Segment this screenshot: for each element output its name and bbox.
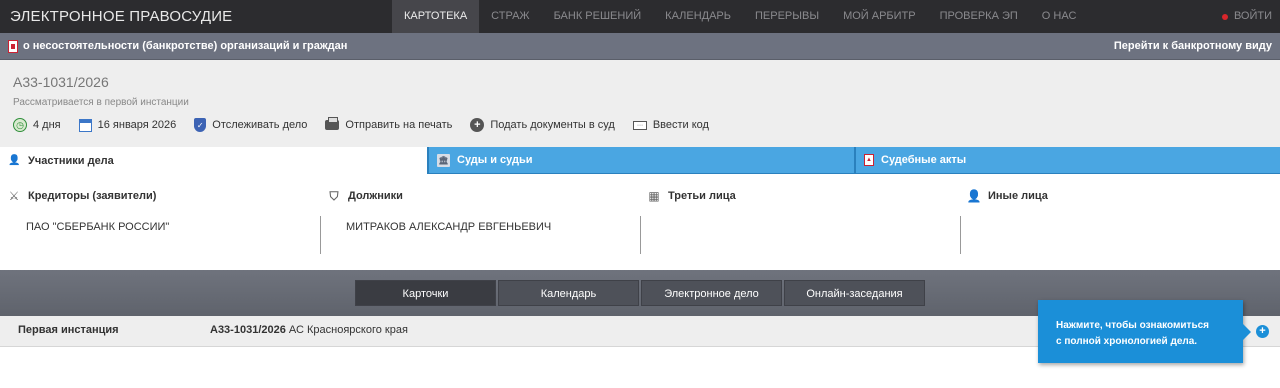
bankruptcy-view-link[interactable]: Перейти к банкротному виду: [1114, 40, 1272, 52]
case-date: 16 января 2026: [78, 118, 177, 132]
printer-icon: [325, 117, 340, 130]
plus-circle-icon: +: [470, 118, 485, 132]
login-label: ВОЙТИ: [1233, 10, 1272, 22]
tab-courts[interactable]: 🏛 Суды и судьи: [427, 147, 854, 174]
other-parties-column: 👤 Иные лица: [960, 174, 1280, 270]
case-header: А33-1031/2026 Рассматривается в первой и…: [0, 60, 1280, 147]
instance-label: Первая инстанция: [18, 324, 119, 336]
enter-code-label: Ввести код: [652, 119, 709, 131]
courthouse-icon: 🏛: [437, 153, 450, 167]
tab-online-hearings[interactable]: Онлайн-заседания: [784, 280, 925, 306]
print-label: Отправить на печать: [345, 119, 453, 131]
nav-item-kartoteka[interactable]: КАРТОТЕКА: [392, 0, 480, 33]
third-parties-label: Третьи лица: [668, 190, 736, 202]
main-nav: КАРТОТЕКА СТРАЖ БАНК РЕШЕНИЙ КАЛЕНДАРЬ П…: [392, 0, 1088, 33]
nav-item-calendar[interactable]: КАЛЕНДАРЬ: [653, 0, 743, 33]
column-divider: [960, 216, 961, 254]
case-tabs: 👤 Участники дела 🏛 Суды и судьи ▲ Судебн…: [0, 147, 1280, 174]
chronology-tooltip: Нажмите, чтобы ознакомиться с полной хро…: [1038, 300, 1251, 363]
debtors-heading: ⛉ Должники: [327, 188, 403, 203]
instance-details: А33-1031/2026 АС Красноярского края: [210, 324, 408, 336]
case-category-title: о несостоятельности (банкротстве) органи…: [23, 40, 348, 52]
participants-panel: ⚔ Кредиторы (заявители) ПАО "СБЕРБАНК РО…: [0, 174, 1280, 270]
nav-item-check-ep[interactable]: ПРОВЕРКА ЭП: [928, 0, 1030, 33]
calendar-icon: [78, 118, 92, 132]
case-duration: ◷ 4 дня: [13, 118, 61, 132]
submit-documents-label: Подать документы в суд: [490, 119, 615, 131]
third-parties-heading: ▦ Третьи лица: [647, 189, 736, 203]
enter-code-button[interactable]: ⋯ Ввести код: [632, 119, 709, 131]
tab-cards[interactable]: Карточки: [355, 280, 496, 306]
case-category-bar: о несостоятельности (банкротстве) органи…: [0, 33, 1280, 60]
track-case-label: Отслеживать дело: [212, 119, 308, 131]
login-link[interactable]: ВОЙТИ: [1221, 0, 1272, 33]
third-parties-column: ▦ Третьи лица: [640, 174, 960, 270]
person-silhouette-icon: 👤: [966, 189, 982, 203]
tooltip-line-1: Нажмите, чтобы ознакомиться: [1056, 320, 1209, 331]
tooltip-line-2: с полной хронологией дела.: [1056, 336, 1198, 347]
site-brand[interactable]: ЭЛЕКТРОННОЕ ПРАВОСУДИЕ: [10, 8, 232, 25]
creditors-label: Кредиторы (заявители): [28, 190, 157, 202]
tab-electronic-case[interactable]: Электронное дело: [641, 280, 782, 306]
view-tabs: Карточки Календарь Электронное дело Онла…: [355, 280, 925, 306]
creditors-heading: ⚔ Кредиторы (заявители): [7, 189, 157, 203]
creditor-name[interactable]: ПАО "СБЕРБАНК РОССИИ": [26, 221, 169, 233]
print-button[interactable]: Отправить на печать: [325, 117, 453, 131]
top-navigation-bar: ЭЛЕКТРОННОЕ ПРАВОСУДИЕ КАРТОТЕКА СТРАЖ Б…: [0, 0, 1280, 33]
expand-chronology-button[interactable]: +: [1256, 325, 1269, 338]
debtor-name[interactable]: МИТРАКОВ АЛЕКСАНДР ЕВГЕНЬЕВИЧ: [346, 221, 551, 233]
building-icon: ▦: [648, 189, 660, 203]
debtors-column: ⛉ Должники МИТРАКОВ АЛЕКСАНДР ЕВГЕНЬЕВИЧ: [320, 174, 640, 270]
other-parties-heading: 👤 Иные лица: [967, 189, 1048, 203]
document-icon: [8, 40, 18, 53]
case-date-label: 16 января 2026: [97, 119, 177, 131]
case-number: А33-1031/2026: [13, 74, 109, 90]
shield-icon: ✓: [194, 118, 207, 132]
pdf-icon: ▲: [864, 154, 874, 166]
track-case-button[interactable]: ✓ Отслеживать дело: [194, 118, 307, 132]
nav-item-bank-resheniy[interactable]: БАНК РЕШЕНИЙ: [542, 0, 654, 33]
tab-participants[interactable]: 👤 Участники дела: [0, 147, 427, 174]
shield-outline-icon: ⛉: [329, 188, 339, 203]
column-divider: [320, 216, 321, 254]
login-dot-icon: [1221, 13, 1228, 20]
debtors-label: Должники: [348, 190, 403, 202]
instance-case-number: А33-1031/2026: [210, 324, 286, 336]
case-actions: ◷ 4 дня 16 января 2026 ✓ Отслеживать дел…: [13, 117, 709, 132]
case-duration-label: 4 дня: [33, 119, 61, 131]
tab-acts[interactable]: ▲ Судебные акты: [854, 147, 1280, 174]
column-divider: [640, 216, 641, 254]
instance-court: АС Красноярского края: [288, 324, 408, 336]
crossed-swords-icon: ⚔: [8, 189, 20, 203]
tab-participants-label: Участники дела: [28, 154, 114, 167]
clock-icon: ◷: [13, 118, 27, 132]
person-icon: 👤: [8, 155, 21, 166]
creditors-column: ⚔ Кредиторы (заявители) ПАО "СБЕРБАНК РО…: [0, 174, 320, 270]
case-status: Рассматривается в первой инстанции: [13, 97, 189, 108]
tab-acts-label: Судебные акты: [881, 154, 967, 166]
nav-item-strazh[interactable]: СТРАЖ: [479, 0, 541, 33]
submit-documents-button[interactable]: + Подать документы в суд: [470, 118, 615, 132]
tab-calendar[interactable]: Календарь: [498, 280, 639, 306]
tab-courts-label: Суды и судьи: [457, 154, 533, 166]
keyboard-icon: ⋯: [632, 120, 647, 130]
other-parties-label: Иные лица: [988, 190, 1048, 202]
nav-item-my-arbitr[interactable]: МОЙ АРБИТР: [831, 0, 928, 33]
nav-item-about[interactable]: О НАС: [1030, 0, 1089, 33]
nav-item-breaks[interactable]: ПЕРЕРЫВЫ: [743, 0, 831, 33]
